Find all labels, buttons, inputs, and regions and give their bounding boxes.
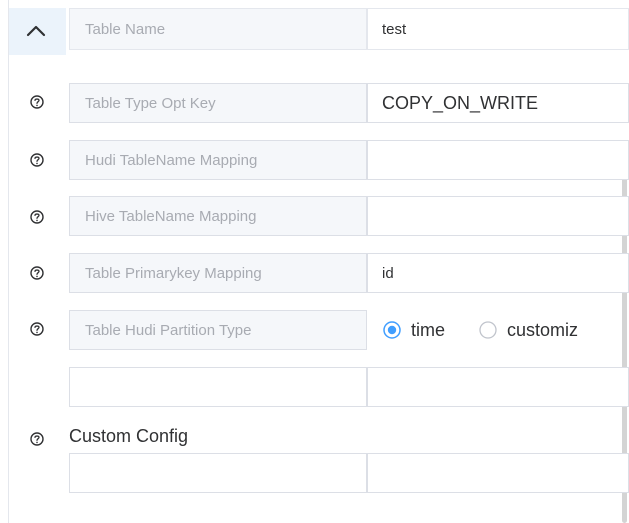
radio-time-label[interactable]: time bbox=[411, 320, 445, 341]
table-primarykey-mapping-label: Table Primarykey Mapping bbox=[69, 253, 367, 293]
hudi-tablename-mapping-input[interactable] bbox=[367, 140, 629, 180]
hudi-partition-type-label: Table Hudi Partition Type bbox=[69, 310, 367, 350]
hive-tablename-mapping-label: Hive TableName Mapping bbox=[69, 196, 367, 236]
table-name-label: Table Name bbox=[69, 8, 367, 50]
radio-customize-label[interactable]: customiz bbox=[507, 320, 578, 341]
panel-left-border bbox=[8, 0, 9, 523]
custom-config-key-input[interactable] bbox=[69, 453, 367, 493]
question-circle-icon[interactable] bbox=[30, 210, 44, 224]
hive-tablename-mapping-input[interactable] bbox=[367, 196, 629, 236]
table-type-opt-key-label: Table Type Opt Key bbox=[69, 83, 367, 123]
partition-value-input[interactable] bbox=[367, 367, 629, 407]
partition-key-input[interactable] bbox=[69, 367, 367, 407]
partition-type-radio-group: time customiz bbox=[383, 310, 578, 350]
question-circle-icon[interactable] bbox=[30, 95, 44, 109]
table-primarykey-mapping-input[interactable]: id bbox=[367, 253, 629, 293]
question-circle-icon[interactable] bbox=[30, 432, 44, 446]
table-name-input[interactable]: test bbox=[367, 8, 629, 50]
custom-config-value-input[interactable] bbox=[367, 453, 629, 493]
radio-customize-icon[interactable] bbox=[479, 321, 497, 339]
radio-time-selected-icon[interactable] bbox=[383, 321, 401, 339]
chevron-up-icon[interactable] bbox=[25, 24, 47, 38]
question-circle-icon[interactable] bbox=[30, 153, 44, 167]
question-circle-icon[interactable] bbox=[30, 266, 44, 280]
question-circle-icon[interactable] bbox=[30, 322, 44, 336]
hudi-tablename-mapping-label: Hudi TableName Mapping bbox=[69, 140, 367, 180]
table-type-opt-key-input[interactable]: COPY_ON_WRITE bbox=[367, 83, 629, 123]
custom-config-label: Custom Config bbox=[69, 426, 189, 446]
